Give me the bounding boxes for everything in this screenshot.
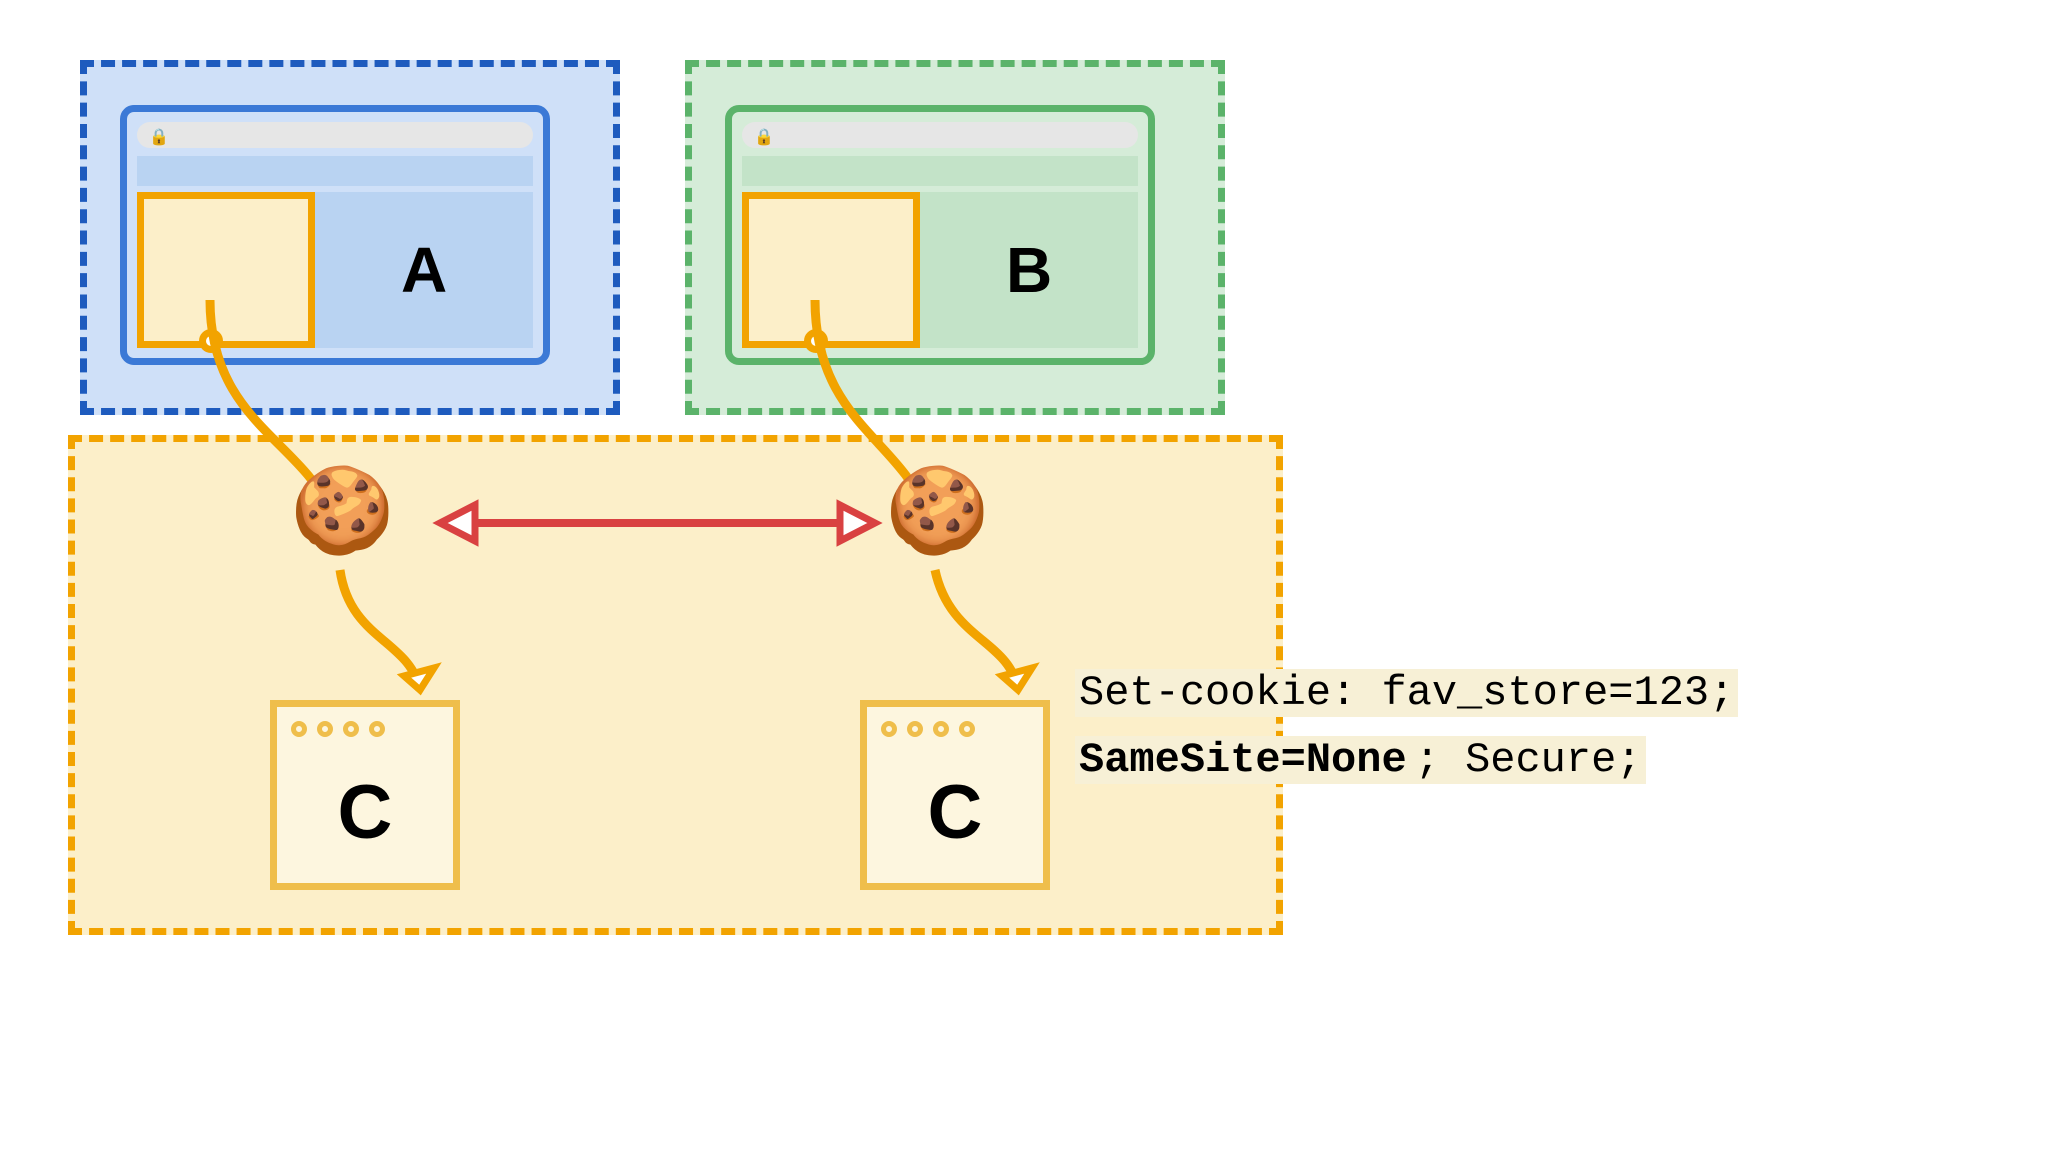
site-c-label: C [277,769,453,856]
window-dots [881,721,975,737]
tab-strip [137,156,533,186]
embedded-frame-c [137,192,315,348]
diagram: { "sites": { "a_label": "A", "b_label": … [0,0,2048,1152]
address-bar [137,122,533,148]
site-b-label: B [920,192,1138,348]
header-samesite: SameSite=None [1075,736,1411,784]
tab-strip [742,156,1138,186]
site-a-label: A [315,192,533,348]
connector-anchor [199,329,223,353]
cookie-icon: 🍪 [885,468,990,552]
browser-a: 🔒 A [120,105,550,365]
site-c-window-left: C [270,700,460,890]
address-bar [742,122,1138,148]
header-secure: ; Secure; [1411,736,1646,784]
embedded-frame-c [742,192,920,348]
window-dots [291,721,385,737]
cookie-icon: 🍪 [290,468,395,552]
set-cookie-header: Set-cookie: fav_store=123; SameSite=None… [1075,660,1738,794]
header-line1: Set-cookie: fav_store=123; [1075,669,1738,717]
browser-b: 🔒 B [725,105,1155,365]
site-c-label: C [867,769,1043,856]
site-c-window-right: C [860,700,1050,890]
lock-icon: 🔒 [754,127,774,147]
lock-icon: 🔒 [149,127,169,147]
connector-anchor [804,329,828,353]
